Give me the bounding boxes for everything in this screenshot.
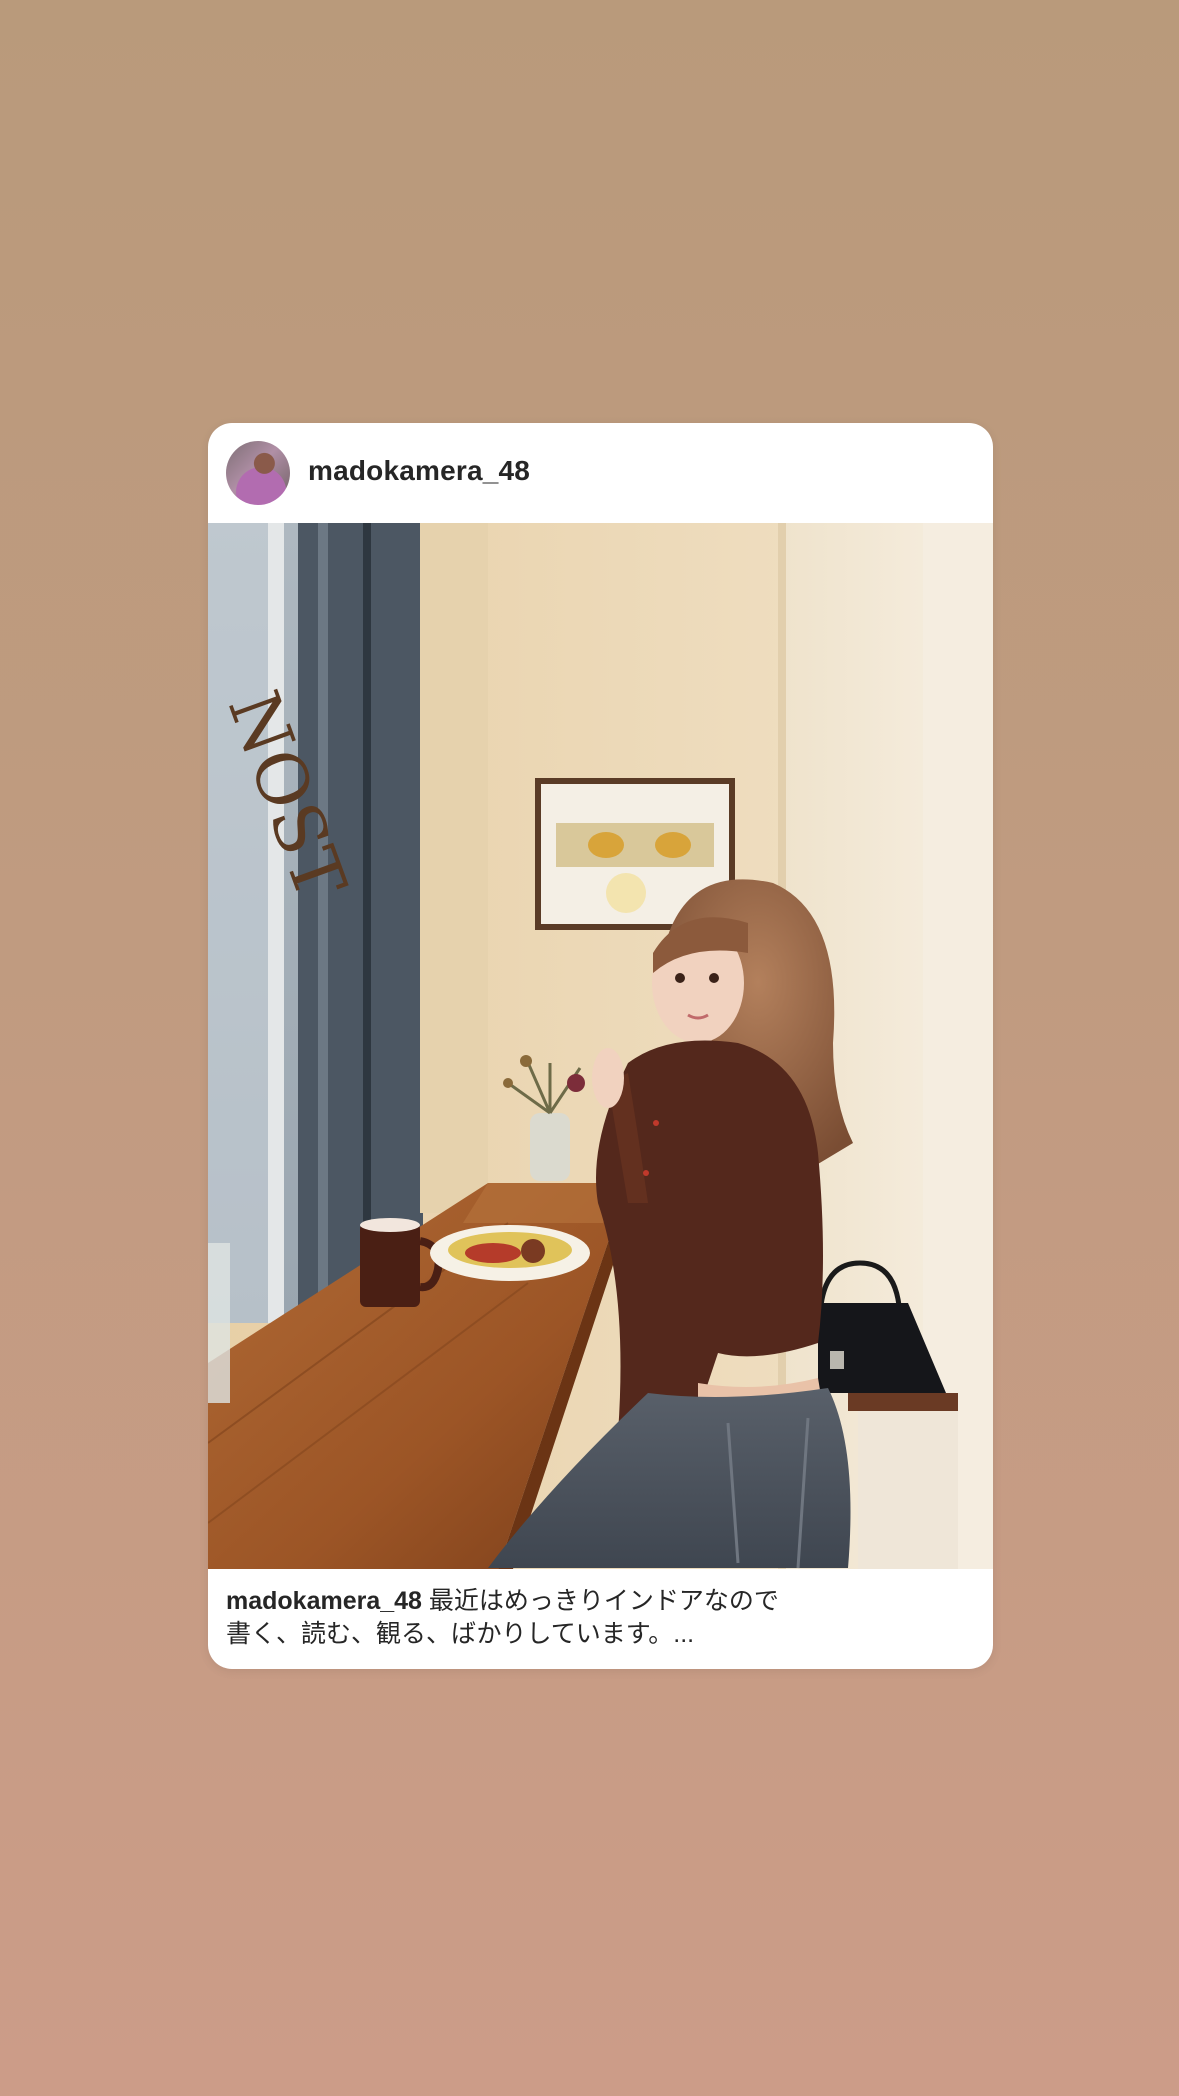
photo-image: NOST (208, 523, 993, 1569)
caption-username[interactable]: madokamera_48 (226, 1587, 422, 1615)
caption-text-line2[interactable]: 書く、読む、観る、ばかりしています。... (226, 1620, 694, 1648)
caption-text-line1: 最近はめっきりインドアなので (428, 1587, 779, 1615)
story-post-card[interactable]: madokamera_48 NOST madokamera_48 最近はめっきり… (208, 423, 993, 1669)
profile-avatar[interactable] (226, 441, 290, 505)
post-caption: madokamera_48 最近はめっきりインドアなので 書く、読む、観る、ばか… (226, 1585, 966, 1651)
post-header: madokamera_48 (208, 423, 993, 523)
post-photo[interactable]: NOST (208, 523, 993, 1569)
post-username[interactable]: madokamera_48 (308, 455, 530, 487)
